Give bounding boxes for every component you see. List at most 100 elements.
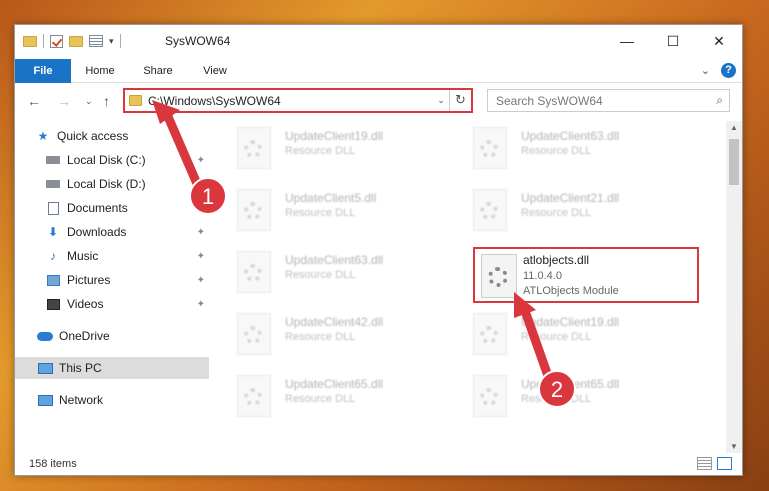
file-name: UpdateClient19.dll — [285, 129, 384, 143]
list-item[interactable]: UpdateClient63.dll Resource DLL — [451, 123, 671, 173]
file-description: Resource DLL — [521, 331, 592, 343]
navigation-pane: ★ Quick access Local Disk (C:) ✦ Local D… — [15, 121, 211, 451]
list-item[interactable]: UpdateClient19.dll Resource DLL — [215, 123, 435, 173]
this-pc-icon — [37, 362, 53, 374]
sidebar-item-pictures[interactable]: Pictures ✦ — [45, 269, 209, 291]
sidebar-item-documents[interactable]: Documents ✦ — [45, 197, 209, 219]
sidebar-item-label: Quick access — [57, 129, 129, 143]
search-input[interactable] — [488, 90, 698, 111]
pin-icon[interactable]: ✦ — [197, 299, 205, 310]
file-name: UpdateClient65.dll — [285, 377, 384, 391]
quick-access-toolbar: ▾ — [23, 34, 121, 48]
close-button[interactable]: ✕ — [696, 25, 742, 57]
recent-locations-chevron-icon[interactable]: ⌄ — [85, 96, 93, 107]
sidebar-item-local-disk-d[interactable]: Local Disk (D:) — [45, 173, 209, 195]
gear-icon — [244, 326, 262, 344]
list-item[interactable]: UpdateClient21.dll Resource DLL — [451, 185, 671, 235]
file-description: Resource DLL — [521, 393, 592, 405]
tab-home[interactable]: Home — [75, 59, 125, 83]
tab-share[interactable]: Share — [133, 59, 183, 83]
file-description: Resource DLL — [521, 145, 592, 157]
downloads-icon: ⬇ — [47, 225, 59, 239]
sidebar-item-label: Local Disk (D:) — [67, 177, 146, 191]
address-bar[interactable]: C:\Windows\SysWOW64 ⌄ ↻ — [123, 88, 473, 113]
folder-icon — [23, 35, 37, 47]
customize-toolbar-chevron-icon[interactable]: ▾ — [109, 36, 114, 47]
scroll-up-arrow-icon[interactable]: ▲ — [730, 123, 738, 132]
status-bar: 158 items — [15, 453, 742, 475]
sidebar-item-downloads[interactable]: ⬇ Downloads ✦ — [45, 221, 209, 243]
vertical-scrollbar[interactable]: ▲ ▼ — [726, 121, 742, 453]
window-controls: — ☐ ✕ — [604, 25, 742, 57]
file-description: Resource DLL — [285, 207, 356, 219]
search-icon[interactable]: ⌕ — [716, 93, 723, 108]
new-folder-icon[interactable] — [69, 35, 83, 47]
explorer-window: ▾ SysWOW64 — ☐ ✕ File Home Share View ⌄ … — [14, 24, 743, 476]
pin-icon[interactable]: ✦ — [197, 251, 205, 262]
list-item[interactable]: UpdateClient5.dll Resource DLL — [215, 185, 435, 235]
tab-view[interactable]: View — [190, 59, 240, 83]
file-description: Resource DLL — [285, 269, 356, 281]
documents-icon — [47, 201, 59, 215]
list-item[interactable]: UpdateClient65.dll Resource DLL — [451, 371, 671, 421]
item-count: 158 items — [29, 458, 77, 470]
sidebar-item-label: Pictures — [67, 273, 111, 287]
properties-icon[interactable] — [89, 35, 103, 47]
sidebar-item-local-disk-c[interactable]: Local Disk (C:) ✦ — [45, 149, 209, 171]
file-version: 11.0.4.0 — [523, 270, 562, 282]
pin-icon[interactable]: ✦ — [197, 275, 205, 286]
minimize-button[interactable]: — — [604, 25, 650, 57]
forward-arrow-icon[interactable]: → — [57, 93, 71, 109]
expand-ribbon-chevron-icon[interactable]: ⌄ — [701, 64, 710, 77]
back-arrow-icon[interactable]: ← — [27, 93, 41, 109]
star-icon: ★ — [37, 129, 49, 143]
properties-check-icon[interactable] — [50, 34, 63, 48]
drive-icon — [46, 180, 60, 188]
dll-file-icon — [473, 313, 507, 355]
toolbar-divider — [119, 34, 121, 48]
dll-file-icon — [237, 375, 271, 417]
address-path[interactable]: C:\Windows\SysWOW64 — [148, 94, 433, 108]
list-item[interactable]: UpdateClient65.dll Resource DLL — [215, 371, 435, 421]
scroll-thumb[interactable] — [729, 139, 739, 185]
maximize-button[interactable]: ☐ — [650, 25, 696, 57]
list-item[interactable]: UpdateClient19.dll Resource DLL — [451, 309, 671, 359]
tab-file[interactable]: File — [15, 59, 71, 83]
sidebar-item-label: Videos — [67, 297, 104, 311]
file-name: UpdateClient42.dll — [285, 315, 384, 329]
dll-file-icon — [237, 313, 271, 355]
list-item[interactable]: UpdateClient42.dll Resource DLL — [215, 309, 435, 359]
selected-file-atlobjects[interactable]: atlobjects.dll 11.0.4.0 ATLObjects Modul… — [473, 247, 699, 303]
scroll-down-arrow-icon[interactable]: ▼ — [730, 442, 738, 451]
dll-file-icon — [237, 189, 271, 231]
refresh-icon[interactable]: ↻ — [449, 90, 471, 111]
window-title: SysWOW64 — [165, 34, 231, 48]
file-description: Resource DLL — [521, 207, 592, 219]
sidebar-item-onedrive[interactable]: OneDrive — [37, 325, 209, 347]
sidebar-item-label: Music — [67, 249, 99, 263]
large-icons-view-icon[interactable] — [717, 457, 732, 470]
sidebar-item-label: Local Disk (C:) — [67, 153, 146, 167]
file-description: Resource DLL — [285, 331, 356, 343]
help-icon[interactable]: ? — [721, 63, 736, 78]
sidebar-item-label: Network — [59, 393, 104, 407]
sidebar-item-music[interactable]: ♪ Music ✦ — [45, 245, 209, 267]
title-bar: ▾ SysWOW64 — ☐ ✕ — [15, 25, 742, 59]
sidebar-item-quick-access[interactable]: ★ Quick access — [35, 125, 209, 147]
gear-icon — [244, 140, 262, 158]
folder-icon — [129, 95, 142, 106]
up-arrow-icon[interactable]: ↑ — [103, 93, 110, 109]
list-item[interactable]: UpdateClient63.dll Resource DLL — [215, 247, 435, 297]
search-box[interactable]: ⌕ — [487, 89, 730, 112]
pin-icon[interactable]: ✦ — [197, 203, 205, 214]
address-dropdown-chevron-icon[interactable]: ⌄ — [433, 95, 449, 106]
dll-file-icon — [473, 189, 507, 231]
pin-icon[interactable]: ✦ — [197, 155, 205, 166]
gear-icon — [244, 388, 262, 406]
sidebar-item-this-pc[interactable]: This PC — [15, 357, 209, 379]
sidebar-item-network[interactable]: Network — [37, 389, 209, 411]
pin-icon[interactable]: ✦ — [197, 227, 205, 238]
details-view-icon[interactable] — [697, 457, 712, 470]
file-description: ATLObjects Module — [523, 285, 619, 297]
sidebar-item-videos[interactable]: Videos ✦ — [45, 293, 209, 315]
